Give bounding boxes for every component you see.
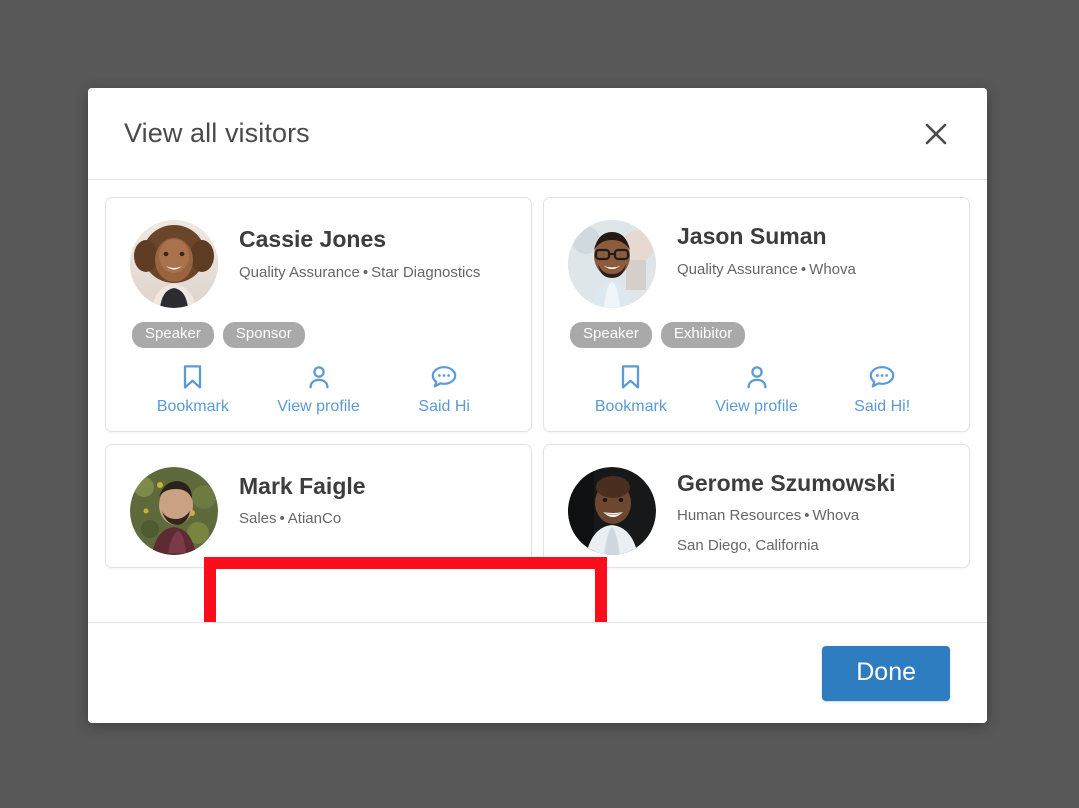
view-profile-button[interactable]: View profile <box>256 364 382 415</box>
view-profile-button[interactable]: View profile <box>694 364 820 415</box>
action-label: Said Hi! <box>854 397 911 415</box>
visitor-organization: Whova <box>812 507 860 525</box>
said-hi-button[interactable]: Said Hi! <box>819 364 945 415</box>
visitor-role: Sales <box>239 510 277 528</box>
action-label: View profile <box>277 397 360 415</box>
visitor-card-header: Mark Faigle Sales • AtianCo <box>130 466 507 555</box>
visitor-details: Gerome Szumowski Human Resources • Whova S… <box>677 467 896 557</box>
visitor-meta: Sales • AtianCo <box>239 508 366 530</box>
meta-separator: • <box>279 510 285 528</box>
action-label: Bookmark <box>156 397 229 415</box>
modal-header: View all visitors <box>88 88 987 180</box>
visitor-organization: AtianCo <box>287 510 342 528</box>
visitor-role: Quality Assurance <box>239 263 360 281</box>
meta-separator: • <box>800 260 807 278</box>
bookmark-icon <box>181 364 204 390</box>
visitor-name: Gerome Szumowski <box>677 469 896 496</box>
person-icon <box>306 364 332 390</box>
visitor-badges: Speaker Sponsor <box>132 322 507 348</box>
said-hi-button[interactable]: Said Hi <box>381 364 507 415</box>
visitor-organization: Star Diagnostics <box>371 263 481 281</box>
visitor-meta: Quality Assurance • Whova <box>677 259 856 281</box>
status-badge: Speaker <box>132 322 214 348</box>
action-label: View profile <box>715 397 798 415</box>
visitor-badges: Speaker Exhibitor <box>570 322 945 348</box>
visitor-card[interactable]: Gerome Szumowski Human Resources • Whova S… <box>543 443 970 568</box>
avatar <box>130 466 218 555</box>
visitor-card[interactable]: Cassie Jones Quality Assurance • Star Diag… <box>105 197 532 432</box>
visitor-details: Jason Suman Quality Assurance • Whova <box>677 220 856 280</box>
visitor-details: Mark Faigle Sales • AtianCo <box>239 467 366 530</box>
done-button[interactable]: Done <box>822 645 950 701</box>
page-title: View all visitors <box>124 118 310 148</box>
visitor-actions: Bookmark View profile <box>130 364 507 417</box>
meta-separator: • <box>362 263 369 281</box>
chat-bubble-icon <box>868 364 896 390</box>
visitor-details: Cassie Jones Quality Assurance • Star Diag… <box>239 220 480 283</box>
visitor-location: San Diego, California <box>677 537 819 555</box>
avatar <box>130 220 218 308</box>
modal-footer: Done <box>88 622 987 723</box>
close-icon[interactable] <box>919 117 953 151</box>
visitor-organization: Whova <box>809 260 856 278</box>
visitor-card-grid: Cassie Jones Quality Assurance • Star Diag… <box>105 197 970 568</box>
action-label: Bookmark <box>594 397 667 415</box>
visitor-card[interactable]: Mark Faigle Sales • AtianCo <box>105 443 532 568</box>
visitor-card[interactable]: Jason Suman Quality Assurance • Whova Spea… <box>543 197 970 432</box>
status-badge: Sponsor <box>222 322 305 348</box>
visitor-card-header: Gerome Szumowski Human Resources • Whova S… <box>568 466 945 557</box>
avatar <box>568 220 656 308</box>
avatar <box>568 466 656 555</box>
visitor-card-header: Cassie Jones Quality Assurance • Star Diag… <box>130 220 507 308</box>
chat-bubble-icon <box>430 364 458 390</box>
visitor-name: Cassie Jones <box>239 226 387 252</box>
bookmark-button[interactable]: Bookmark <box>130 364 256 415</box>
visitor-meta: Human Resources • Whova <box>677 505 896 527</box>
bookmark-icon <box>619 364 642 390</box>
view-all-visitors-modal: View all visitors Cassie Jones Quality A… <box>88 88 987 723</box>
bookmark-button[interactable]: Bookmark <box>568 364 694 415</box>
visitors-list: Cassie Jones Quality Assurance • Star Diag… <box>88 180 987 622</box>
visitor-card-header: Jason Suman Quality Assurance • Whova <box>568 220 945 308</box>
action-label: Said Hi <box>418 397 470 415</box>
visitor-name: Jason Suman <box>677 223 827 249</box>
meta-separator: • <box>804 507 810 525</box>
person-icon <box>744 364 770 390</box>
status-badge: Exhibitor <box>660 322 746 348</box>
visitor-role: Quality Assurance <box>677 260 798 278</box>
visitor-meta: Quality Assurance • Star Diagnostics <box>239 262 480 284</box>
visitor-name: Mark Faigle <box>239 472 366 499</box>
status-badge: Speaker <box>570 322 652 348</box>
visitor-actions: Bookmark View profile <box>568 364 945 417</box>
visitor-role: Human Resources <box>677 507 802 525</box>
